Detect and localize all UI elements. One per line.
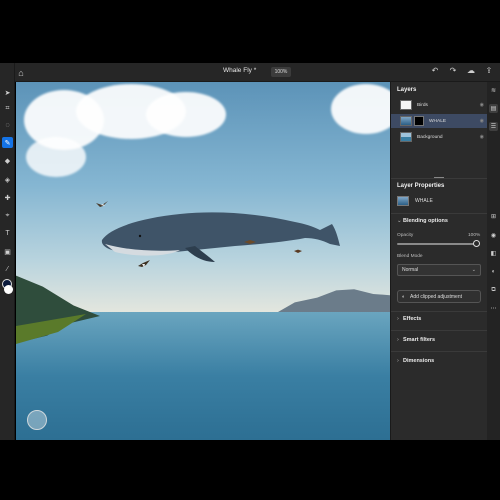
smart-filters-header[interactable]: › Smart filters [397,337,435,343]
canvas[interactable] [16,82,390,440]
more-icon[interactable]: ⋯ [489,304,498,313]
blending-options-label: Blending options [403,218,448,224]
crop-icon[interactable]: ⌗ [2,103,13,114]
cloud [26,137,86,177]
visibility-icon[interactable]: ◉ [480,102,484,108]
cloud [146,92,226,137]
blend-mode-dropdown[interactable]: Normal ⌄ [397,264,481,276]
visibility-icon[interactable]: ◉ [480,134,484,140]
layer-list-icon[interactable]: ▤ [489,104,498,113]
place-image-icon[interactable]: ▣ [2,246,13,257]
touch-shortcut-button[interactable] [27,410,47,430]
layer-thumbnail [400,100,412,110]
sea [16,312,390,440]
blend-mode-value: Normal [402,267,419,273]
dimensions-header[interactable]: › Dimensions [397,358,434,364]
add-clipped-adjustment-label: Add clipped adjustment [410,293,463,300]
layer-mask-thumbnail [414,116,424,126]
opacity-label: Opacity [397,233,414,238]
healing-icon[interactable]: ✚ [2,192,13,203]
add-layer-icon[interactable]: ⊞ [489,212,498,221]
cloud-icon[interactable]: ☁ [466,66,476,75]
divider [391,311,488,312]
opacity-slider-knob[interactable] [473,240,480,247]
background-color-swatch[interactable] [4,285,13,294]
effects-label: Effects [403,316,422,322]
select-icon[interactable]: ➤ [2,87,13,98]
layer-properties-title: Layer Properties [397,183,445,189]
eraser-icon[interactable]: ◆ [2,155,13,166]
layer-thumbnail [400,132,412,142]
chevron-down-icon: ⌄ [471,267,476,273]
visibility-icon[interactable]: ◉ [480,118,484,124]
layer-properties-name: WHALE [415,198,433,204]
type-icon[interactable]: T [2,228,13,239]
undo-icon[interactable]: ↶ [430,66,440,75]
blending-options-header[interactable]: ⌄Blending options [397,218,448,224]
home-icon[interactable]: ⌂ [15,63,27,82]
share-icon[interactable]: ⇪ [484,66,494,75]
bird [294,249,302,253]
layer-row-birds[interactable]: Birds ◉ [391,98,488,112]
redo-icon[interactable]: ↷ [448,66,458,75]
topbar-actions: ↶ ↷ ☁ ⇪ [430,66,494,75]
clone-icon[interactable]: ⌖ [2,210,13,221]
adjustment-icon: ◐ [402,293,406,300]
bird [138,260,150,267]
effects-header[interactable]: › Effects [397,316,421,322]
layer-row-whale[interactable]: WHALE ◉ [391,114,488,128]
eyedropper-icon[interactable]: ⁄ [2,264,13,275]
properties-icon[interactable]: ☰ [489,122,498,131]
blend-mode-label: Blend Mode [397,254,423,259]
layer-name: Background [417,134,443,140]
layer-name: WHALE [429,118,447,124]
opacity-value: 100% [468,233,481,238]
add-clipped-adjustment-button[interactable]: ◐ Add clipped adjustment [397,290,481,303]
properties-panel: Layers Birds ◉ WHALE ◉ Background ◉ Laye… [390,82,488,440]
opacity-slider-track[interactable] [397,243,475,245]
whale [101,212,340,262]
divider [391,351,488,352]
brush-icon[interactable]: ✎ [2,137,13,148]
bird [244,240,256,244]
divider [391,178,488,179]
left-toolbar: ➤ ⌗ ◌ ✎ ◆ ◈ ✚ ⌖ T ▣ ⁄ [0,63,15,440]
zoom-level[interactable]: 100% [271,67,291,77]
layers-title: Layers [397,87,417,93]
mask-icon[interactable]: ◧ [489,249,498,258]
layer-properties-thumbnail [397,196,409,206]
merge-icon[interactable]: ⧉ [489,286,498,295]
layer-thumbnail [400,116,412,126]
dimensions-label: Dimensions [403,358,435,364]
divider [391,330,488,331]
right-icon-bar: ≋ ▤ ☰ ⊞ ◉ ◧ ◐ ⧉ ⋯ [487,82,500,440]
divider [391,213,488,214]
top-bar: ⌂ Whale Fly * 100% ↶ ↷ ☁ ⇪ [15,63,500,82]
smart-filters-label: Smart filters [403,337,436,343]
layer-row-background[interactable]: Background ◉ [391,130,488,144]
fill-icon[interactable]: ◈ [2,174,13,185]
adjustment-layer-icon[interactable]: ◐ [489,267,498,276]
layers-stack-icon[interactable]: ≋ [489,86,498,95]
document-title: Whale Fly * [223,67,257,74]
bird [96,201,108,207]
lasso-icon[interactable]: ◌ [2,120,13,131]
layer-name: Birds [417,102,428,108]
visibility-icon[interactable]: ◉ [489,231,498,240]
